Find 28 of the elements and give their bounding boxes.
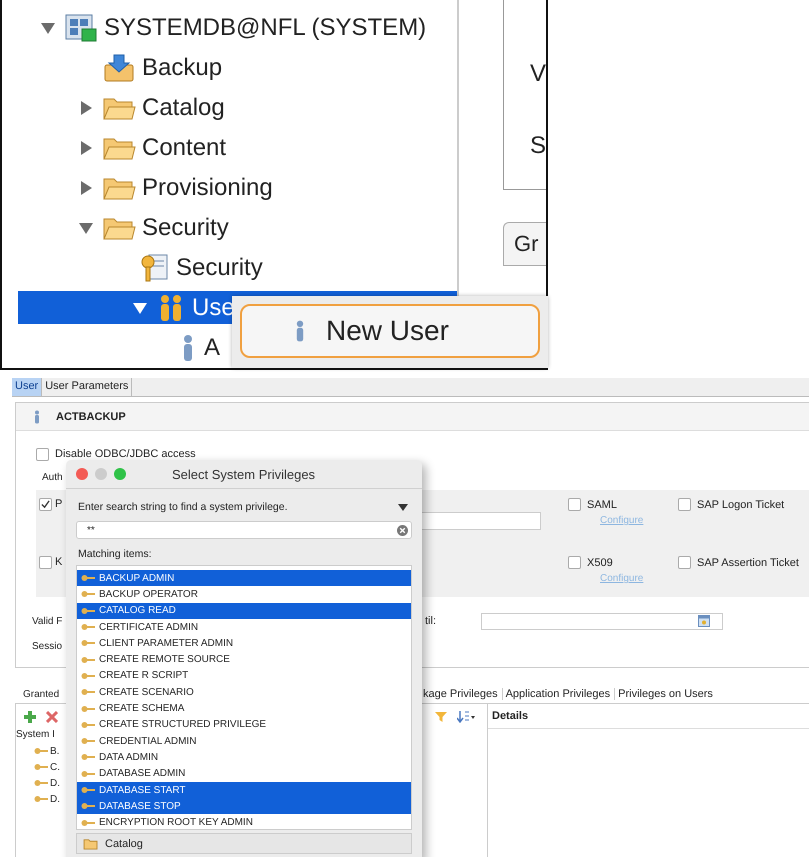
footer-label: Catalog [105, 838, 143, 850]
panel-text: S [530, 132, 546, 160]
checkbox-label: SAP Assertion Ticket [697, 556, 799, 568]
tree-item-label: Content [142, 134, 226, 162]
tree-item-label: Provisioning [142, 174, 273, 202]
dialog-title: Select System Privileges [172, 466, 316, 482]
checkbox-label: SAML [587, 498, 617, 510]
list-label: Matching items: [77, 548, 153, 560]
column-header: System I [16, 729, 56, 742]
tree-item-label: SYSTEMDB@NFL (SYSTEM) [104, 14, 426, 42]
checkbox-label: P [55, 498, 62, 510]
section-label: Auth [42, 472, 63, 483]
user-name: ACTBACKUP [56, 410, 126, 422]
checkbox-label: K [55, 556, 62, 568]
field-label: Sessio [32, 641, 62, 652]
tree-item-label: Catalog [142, 94, 225, 122]
field-label: til: [425, 615, 437, 627]
panel-title: Details [488, 704, 809, 729]
panel-text: V [530, 60, 546, 88]
tree-item-label: Backup [142, 54, 222, 82]
tree-item-label: Use [192, 294, 235, 322]
tree-item-label: A [204, 334, 220, 362]
checkbox-label: X509 [587, 556, 613, 568]
checkbox-label: SAP Logon Ticket [697, 498, 784, 510]
prompt-text: Enter search string to find a system privilege. [78, 501, 288, 513]
tree-item-label: Security [176, 254, 263, 282]
tree-item-label: Security [142, 214, 229, 242]
checkbox-label: Disable ODBC/JDBC access [55, 448, 196, 460]
